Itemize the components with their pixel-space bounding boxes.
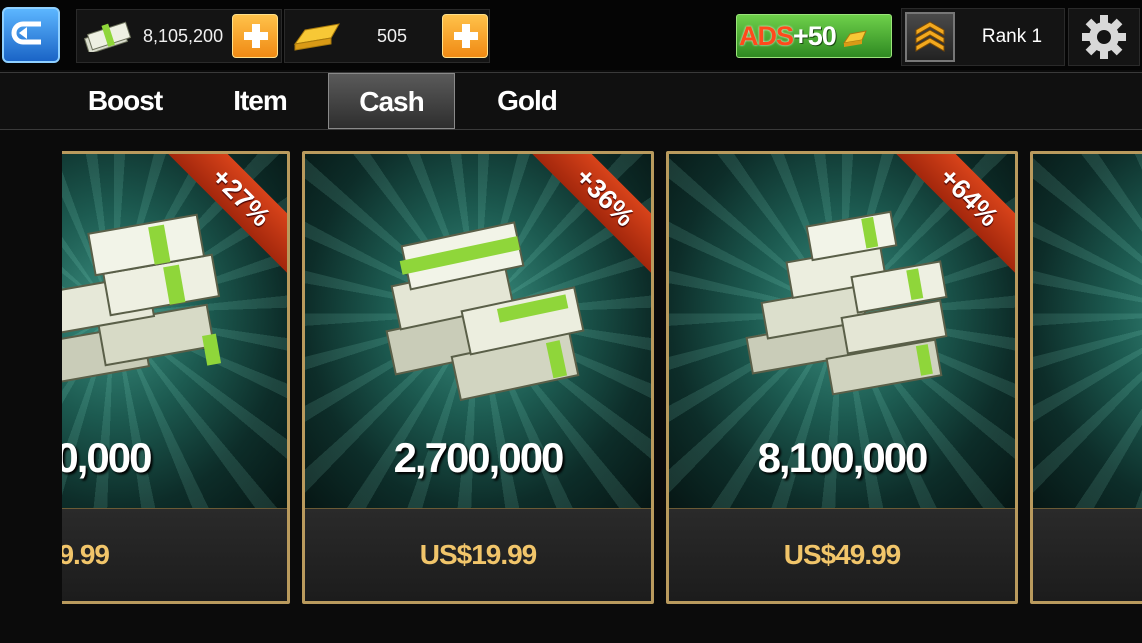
cash-bundle-icon [83,21,132,52]
price-bar: US$49.99 [669,508,1015,601]
offer-price: US$19.99 [419,539,538,570]
watch-ads-button[interactable]: ADS+50 [736,14,892,58]
tab-item[interactable]: Item [196,73,324,129]
ads-label: ADS [739,21,794,51]
tab-cash[interactable]: Cash [328,73,455,129]
cash-balance: 8,105,200 [76,9,282,63]
gear-icon [1082,15,1126,59]
cash-offers-list: +27% ,260,000 US$9.99 +36% 2,700,000 [0,130,1142,643]
top-bar: 8,105,200 505 ADS+50 Rank 1 [0,0,1142,70]
add-cash-button[interactable] [232,14,278,58]
ads-bonus-label: +50 [793,21,837,51]
gold-balance: 505 [284,9,490,63]
cash-offer-card[interactable]: +64% 8,100,000 US$49.99 [666,151,1018,604]
back-button[interactable] [2,7,60,63]
offer-amount: 2,700,000 [393,434,565,481]
gold-value: 505 [377,26,408,46]
rank-chevron-icon [905,12,955,62]
cash-value: 8,105,200 [143,26,224,46]
gold-bar-icon [293,23,340,51]
price-bar [1033,508,1142,601]
settings-button[interactable] [1068,8,1140,66]
back-arrow-icon [11,21,41,45]
offer-price: US$49.99 [783,539,902,570]
cash-offer-card[interactable]: +36% 2,700,000 US$19.99 [302,151,654,604]
tab-gold[interactable]: Gold [462,73,592,129]
shop-tab-bar: Boost Item Cash Gold [0,72,1142,130]
gold-bar-icon [843,30,868,47]
rank-display[interactable]: Rank 1 [901,8,1065,66]
rank-label: Rank 1 [981,26,1043,47]
tab-boost[interactable]: Boost [60,73,190,129]
add-gold-button[interactable] [442,14,488,58]
price-bar: US$19.99 [305,508,651,601]
offer-amount: 8,100,000 [757,434,929,481]
cash-offer-card[interactable] [1030,151,1142,604]
